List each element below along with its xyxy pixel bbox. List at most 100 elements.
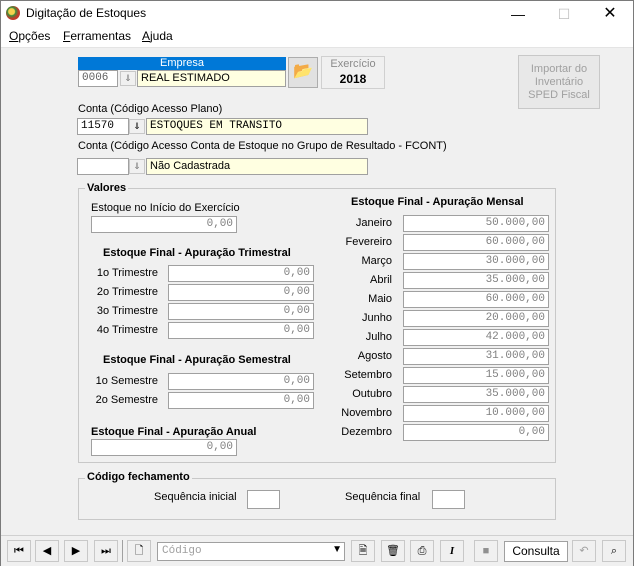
trimestre-3-label: 3o Trimestre — [96, 305, 158, 317]
month-value-field[interactable]: 0,00 — [403, 424, 549, 441]
menu-bar: Opções Ferramentas Ajuda — [1, 27, 633, 48]
fechamento-title: Código fechamento — [85, 471, 192, 483]
empresa-header: Empresa — [78, 57, 286, 70]
mensal-title: Estoque Final - Apuração Mensal — [351, 196, 524, 208]
trimestre-1-label: 1o Trimestre — [96, 267, 158, 279]
month-label: Outubro — [352, 388, 392, 400]
search-combo[interactable]: Código ▼ — [157, 542, 345, 561]
next-record-button[interactable]: ▶ — [64, 540, 88, 562]
month-value-field[interactable]: 42.000,00 — [403, 329, 549, 346]
app-icon — [6, 6, 20, 20]
fechamento-group — [78, 478, 556, 520]
month-value-field[interactable]: 60.000,00 — [403, 291, 549, 308]
semestre-2-field[interactable]: 0,00 — [168, 392, 314, 409]
trimestre-2-field[interactable]: 0,00 — [168, 284, 314, 301]
undo-icon: ↶ — [579, 545, 589, 557]
sequencia-final-label: Sequência final — [345, 491, 421, 503]
semestre-1-label: 1o Semestre — [95, 375, 158, 387]
month-value-field[interactable]: 30.000,00 — [403, 253, 549, 270]
conta-dropdown-icon[interactable]: ⇓ — [129, 119, 145, 134]
combo-chevron-down-icon[interactable]: ▼ — [332, 544, 342, 555]
import-sped-button[interactable]: Importar do Inventário SPED Fiscal — [518, 55, 600, 109]
month-label: Maio — [368, 293, 392, 305]
trimestral-title: Estoque Final - Apuração Trimestral — [103, 247, 291, 259]
menu-ferramentas-rest: erramentas — [70, 29, 132, 43]
conta-fcont-dropdown-icon[interactable]: ⇓ — [129, 159, 145, 174]
empresa-name-field: REAL ESTIMADO — [137, 70, 286, 87]
anual-value-field[interactable]: 0,00 — [91, 439, 237, 456]
bottom-toolbar: ⏮ ◀ ▶ ⏭ 🗋 Código ▼ 🗎 🗑 ⎙ I ■ Consulta ↶ … — [1, 535, 633, 566]
month-value-field[interactable]: 10.000,00 — [403, 405, 549, 422]
close-button[interactable]: ✕ — [587, 1, 633, 27]
month-label: Fevereiro — [345, 236, 392, 248]
first-record-icon: ⏮ — [14, 545, 24, 557]
save-disk-icon: ■ — [482, 545, 490, 557]
previous-record-button[interactable]: ◀ — [35, 540, 59, 562]
first-record-button[interactable]: ⏮ — [7, 540, 31, 562]
menu-ferramentas[interactable]: Ferramentas — [63, 29, 131, 43]
trimestre-3-field[interactable]: 0,00 — [168, 303, 314, 320]
new-document-icon: 🗋 — [134, 545, 144, 557]
month-label: Janeiro — [355, 217, 392, 229]
month-label: Novembro — [341, 407, 392, 419]
menu-opcoes[interactable]: Opções — [9, 29, 50, 43]
last-record-icon: ⏭ — [101, 545, 111, 557]
minimize-button[interactable]: — — [495, 1, 541, 27]
title-bar: Digitação de Estoques — ☐ ✕ — [1, 1, 633, 27]
info-button[interactable]: I — [440, 540, 464, 562]
month-value-field[interactable]: 35.000,00 — [403, 272, 549, 289]
new-record-button[interactable]: 🗋 — [127, 540, 151, 562]
trimestre-4-field[interactable]: 0,00 — [168, 322, 314, 339]
open-folder-button[interactable]: 📂 — [288, 57, 318, 88]
month-value-field[interactable]: 20.000,00 — [403, 310, 549, 327]
month-value-field[interactable]: 31.000,00 — [403, 348, 549, 365]
last-record-button[interactable]: ⏭ — [94, 540, 118, 562]
conta-fcont-label: Conta (Código Acesso Conta de Estoque no… — [78, 140, 447, 152]
inicio-label: Estoque no Início do Exercício — [91, 202, 240, 214]
trimestre-4-label: 4o Trimestre — [96, 324, 158, 336]
month-label: Agosto — [357, 350, 392, 362]
trimestre-1-field[interactable]: 0,00 — [168, 265, 314, 282]
folder-icon: 📂 — [293, 63, 313, 80]
print-button[interactable]: ⎙ — [410, 540, 434, 562]
conta-fcont-name-field: Não Cadastrada — [146, 158, 368, 175]
inicio-value-field[interactable]: 0,00 — [91, 216, 237, 233]
conta-code-field[interactable]: 11570 — [77, 118, 129, 135]
menu-opcoes-mnemonic: O — [9, 29, 19, 43]
trimestre-2-label: 2o Trimestre — [96, 286, 158, 298]
next-record-icon: ▶ — [71, 545, 81, 557]
sequencia-final-field[interactable] — [432, 490, 465, 509]
month-value-field[interactable]: 50.000,00 — [403, 215, 549, 232]
italic-i-icon: I — [449, 545, 455, 557]
semestral-title: Estoque Final - Apuração Semestral — [103, 354, 291, 366]
binoculars-icon: ⌕ — [610, 545, 618, 557]
valores-title: Valores — [85, 182, 129, 194]
menu-opcoes-rest: pções — [18, 29, 51, 43]
undo-button[interactable]: ↶ — [572, 540, 596, 562]
conta-label: Conta (Código Acesso Plano) — [78, 103, 223, 115]
menu-ajuda-rest: juda — [150, 29, 173, 43]
exercicio-box: Exercício 2018 — [321, 56, 385, 89]
empresa-code-field[interactable]: 0006 — [78, 70, 118, 87]
binoculars-search-button[interactable]: ⌕ — [602, 540, 626, 562]
delete-button[interactable]: 🗑 — [381, 540, 405, 562]
month-label: Setembro — [344, 369, 392, 381]
empresa-dropdown-icon[interactable]: ⇓ — [120, 71, 136, 86]
search-placeholder: Código — [162, 545, 202, 557]
semestre-1-field[interactable]: 0,00 — [168, 373, 314, 390]
month-value-field[interactable]: 15.000,00 — [403, 367, 549, 384]
semestre-2-label: 2o Semestre — [95, 394, 158, 406]
import-label-3: SPED Fiscal — [528, 89, 590, 101]
maximize-button[interactable]: ☐ — [541, 1, 587, 27]
month-value-field[interactable]: 35.000,00 — [403, 386, 549, 403]
save-button[interactable]: ■ — [474, 540, 498, 562]
month-label: Julho — [365, 331, 392, 343]
menu-ajuda[interactable]: Ajuda — [142, 29, 173, 43]
month-label: Junho — [362, 312, 392, 324]
main-window: Digitação de Estoques — ☐ ✕ Opções Ferra… — [0, 0, 634, 566]
conta-fcont-code-field[interactable] — [77, 158, 129, 175]
sequencia-inicial-field[interactable] — [247, 490, 280, 509]
exercicio-label: Exercício — [330, 58, 376, 70]
report-button[interactable]: 🗎 — [351, 540, 375, 562]
month-value-field[interactable]: 60.000,00 — [403, 234, 549, 251]
